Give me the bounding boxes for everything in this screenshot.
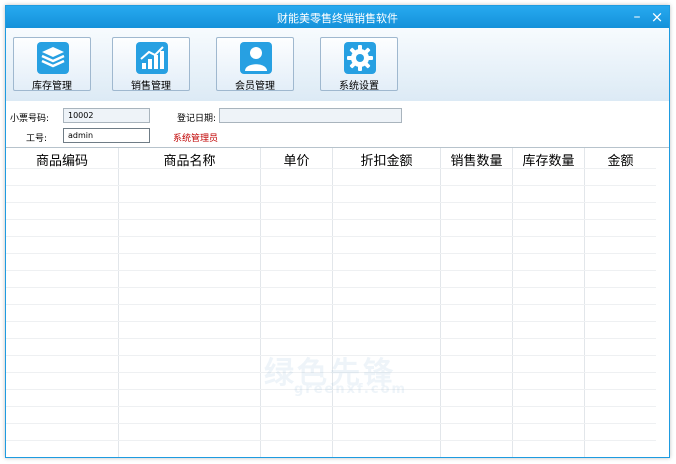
column-divider [584, 148, 585, 457]
table-row[interactable] [6, 423, 656, 424]
app-window: 财能美零售终端销售软件 – × 库存管理 销售管理 会员管理 系统设置 小票号码… [5, 5, 670, 458]
table-row[interactable] [6, 185, 656, 186]
members-button[interactable]: 会员管理 [216, 37, 294, 92]
minimize-button[interactable]: – [628, 8, 646, 26]
table-row[interactable] [6, 219, 656, 220]
table-row[interactable] [6, 389, 656, 390]
title-bar[interactable]: 财能美零售终端销售软件 – × [6, 6, 669, 28]
table-row[interactable] [6, 440, 656, 441]
close-button[interactable]: × [648, 8, 666, 26]
table-row[interactable] [6, 304, 656, 305]
table-row[interactable] [6, 202, 656, 203]
column-header-stock-qty[interactable]: 库存数量 [513, 150, 584, 169]
receipt-number-field[interactable]: 10002 [63, 108, 150, 123]
role-text: 系统管理员 [173, 134, 219, 144]
table-row[interactable] [6, 355, 656, 356]
column-header-product-code[interactable]: 商品编码 [6, 150, 118, 169]
table-row[interactable] [6, 253, 656, 254]
inventory-button-label: 库存管理 [32, 81, 72, 92]
table-row[interactable] [6, 270, 656, 271]
table-row[interactable] [6, 287, 656, 288]
column-divider [118, 148, 119, 457]
table-row[interactable] [6, 406, 656, 407]
window-title: 财能美零售终端销售软件 [277, 12, 398, 25]
sales-button-label: 销售管理 [131, 81, 171, 92]
column-divider [332, 148, 333, 457]
column-header-sale-qty[interactable]: 销售数量 [441, 150, 512, 169]
sales-table[interactable]: 商品编码 商品名称 单价 折扣金额 销售数量 库存数量 金额 绿色先锋 gree… [6, 148, 657, 457]
table-row[interactable] [6, 372, 656, 373]
toolbar: 库存管理 销售管理 会员管理 系统设置 [6, 28, 669, 102]
staff-id-field[interactable]: admin [63, 128, 150, 143]
column-divider [260, 148, 261, 457]
register-date-label: 登记日期: [177, 114, 217, 124]
order-form: 小票号码: 10002 登记日期: 工号: admin 系统管理员 [6, 101, 669, 148]
layers-icon [37, 42, 69, 74]
table-row[interactable] [6, 236, 656, 237]
column-header-discount[interactable]: 折扣金额 [333, 150, 440, 169]
receipt-number-label: 小票号码: [10, 114, 50, 124]
column-header-amount[interactable]: 金额 [585, 150, 656, 169]
table-header: 商品编码 商品名称 单价 折扣金额 销售数量 库存数量 金额 [6, 148, 656, 169]
column-divider [512, 148, 513, 457]
column-header-unit-price[interactable]: 单价 [261, 150, 332, 169]
staff-id-label: 工号: [26, 134, 48, 144]
register-date-field[interactable] [219, 108, 402, 123]
column-divider [440, 148, 441, 457]
table-row[interactable] [6, 338, 656, 339]
user-icon [240, 42, 272, 74]
settings-button[interactable]: 系统设置 [320, 37, 398, 92]
members-button-label: 会员管理 [235, 81, 275, 92]
sales-button[interactable]: 销售管理 [112, 37, 190, 92]
column-header-product-name[interactable]: 商品名称 [119, 150, 260, 169]
inventory-button[interactable]: 库存管理 [13, 37, 91, 92]
table-row[interactable] [6, 168, 656, 169]
vertical-scrollbar[interactable] [656, 148, 669, 457]
bar-chart-icon [136, 42, 168, 74]
gear-icon [344, 42, 376, 74]
settings-button-label: 系统设置 [339, 81, 379, 92]
table-row[interactable] [6, 321, 656, 322]
